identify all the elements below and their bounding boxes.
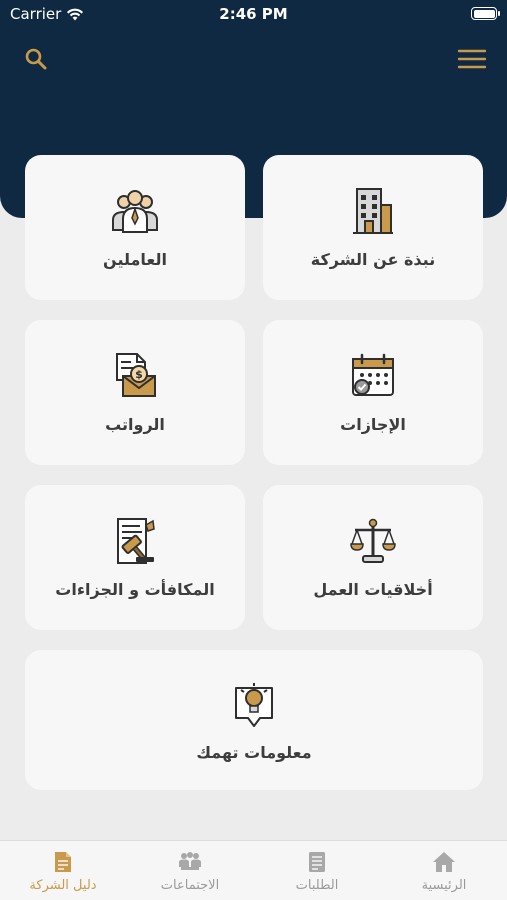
card-useful-info[interactable]: معلومات تهمك — [25, 650, 483, 790]
document-icon — [51, 850, 75, 874]
justice-scale-icon — [348, 516, 398, 566]
tab-home[interactable]: الرئيسية — [381, 841, 507, 900]
hamburger-menu-icon — [457, 49, 487, 69]
card-label: الإجازات — [340, 415, 406, 434]
employees-group-icon — [110, 186, 160, 236]
lightbulb-icon — [229, 679, 279, 729]
card-company-brief[interactable]: نبذة عن الشركة — [263, 155, 483, 300]
status-time: 2:46 PM — [219, 5, 288, 23]
card-label: المكافأت و الجزاءات — [55, 580, 215, 599]
svg-text:$: $ — [135, 368, 143, 381]
card-rewards-penalties[interactable]: المكافأت و الجزاءات — [25, 485, 245, 630]
gavel-document-icon — [110, 516, 160, 566]
salary-envelope-icon: $ — [110, 351, 160, 401]
card-vacations[interactable]: الإجازات — [263, 320, 483, 465]
card-employees[interactable]: العاملين — [25, 155, 245, 300]
battery-icon — [471, 7, 500, 20]
tab-label: الطلبات — [295, 877, 339, 893]
building-icon — [348, 186, 398, 236]
calendar-check-icon — [348, 351, 398, 401]
tab-company-guide[interactable]: دليل الشركة — [0, 841, 126, 900]
tab-requests[interactable]: الطلبات — [254, 841, 380, 900]
search-button[interactable] — [21, 44, 51, 74]
tab-label: دليل الشركة — [29, 877, 97, 893]
search-icon — [25, 48, 47, 70]
tab-label: الرئيسية — [421, 877, 467, 893]
card-label: الرواتب — [105, 415, 165, 434]
meeting-icon — [178, 850, 202, 874]
card-label: أخلاقيات العمل — [313, 580, 433, 599]
card-salaries[interactable]: $ الرواتب — [25, 320, 245, 465]
status-bar: Carrier 2:46 PM — [0, 0, 507, 28]
list-document-icon — [305, 850, 329, 874]
card-label: نبذة عن الشركة — [310, 250, 436, 269]
card-label: معلومات تهمك — [196, 742, 312, 762]
card-work-ethics[interactable]: أخلاقيات العمل — [263, 485, 483, 630]
home-icon — [432, 850, 456, 874]
tab-label: الاجتماعات — [160, 877, 220, 893]
card-label: العاملين — [103, 250, 167, 269]
tab-meetings[interactable]: الاجتماعات — [127, 841, 253, 900]
menu-button[interactable] — [457, 44, 487, 74]
tab-bar: دليل الشركة الاجتماعات الطلبات الرئيسية — [0, 840, 507, 900]
